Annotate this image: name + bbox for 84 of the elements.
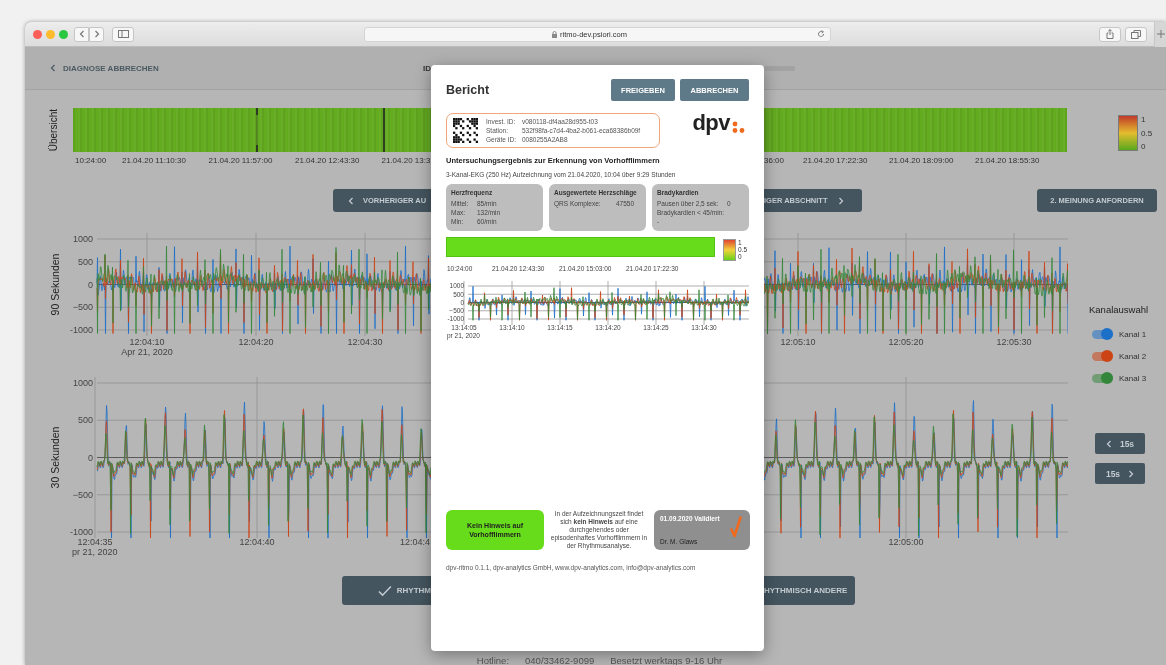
- chevron-right-icon: [93, 30, 100, 38]
- logo-dots-icon: [732, 121, 745, 133]
- overview-label: Übersicht: [47, 108, 59, 152]
- scale-label: 0: [1141, 142, 1147, 151]
- tabs-icon: [1131, 29, 1141, 39]
- step-back-button[interactable]: 15s: [1095, 433, 1145, 454]
- axis-tick-label: −500: [72, 489, 93, 500]
- axis-date-label: pr 21, 2020: [72, 547, 118, 557]
- qr-code-icon: [453, 118, 478, 143]
- chevron-right-icon: [838, 196, 845, 205]
- axis-tick-label: -1000: [69, 527, 93, 538]
- rhythmic-other-button[interactable]: HYTHMISCH ANDERE: [764, 576, 855, 605]
- tabs-button[interactable]: [1125, 26, 1147, 42]
- share-icon: [1106, 29, 1114, 39]
- marker-line: [383, 108, 385, 152]
- axis-title: 90 Sekunden: [49, 253, 61, 316]
- scale-label: 0.5: [1141, 128, 1153, 138]
- dialog-title: Bericht: [446, 83, 490, 97]
- channel-label: Kanal 1: [1119, 329, 1147, 339]
- time-label: 21.04.20 12:43:30: [295, 156, 361, 165]
- progress-track: [764, 65, 795, 71]
- close-button[interactable]: [33, 29, 42, 39]
- axis-tick-label: 1000: [72, 378, 93, 389]
- hotline-label: Hotline:: [476, 655, 510, 665]
- back-link[interactable]: DIAGNOSE ABBRECHEN: [50, 63, 159, 73]
- axis-tick-label: 0: [88, 279, 93, 290]
- axis-tick-label: 12:05:00: [888, 537, 924, 547]
- chevron-right-icon: [1128, 469, 1135, 478]
- axis-tick-label: 12:04:30: [347, 337, 383, 347]
- time-label: 21.04.20 18:55:30: [975, 156, 1041, 165]
- plus-icon: [1157, 30, 1165, 38]
- checkmark-icon: [378, 584, 392, 597]
- axis-tick-label: 12:04:40: [239, 537, 275, 547]
- axis-tick-label: −500: [72, 302, 93, 313]
- axis-tick-label: 0: [88, 452, 93, 463]
- color-scale-legend: [723, 239, 736, 261]
- time-label: 21.04.20 11:57:00: [208, 156, 274, 165]
- new-tab-button[interactable]: [1154, 22, 1166, 47]
- chevron-left-icon: [50, 64, 56, 72]
- axis-tick-label: 12:04:4: [399, 537, 430, 547]
- logo-text: dpv: [692, 113, 730, 133]
- zoom-button[interactable]: [59, 29, 68, 39]
- axis-tick-label: 12:04:20: [238, 337, 274, 347]
- axis-tick-label: 12:05:20: [888, 337, 924, 347]
- id-label: ID: [423, 63, 431, 73]
- channel-select-title: Kanalauswahl: [1089, 304, 1150, 315]
- step-forward-button[interactable]: 15s: [1095, 463, 1145, 484]
- time-label: 21.04.20 17:22:30: [803, 156, 869, 165]
- axis-tick-label: 12:05:10: [780, 337, 816, 347]
- minimize-button[interactable]: [46, 29, 55, 39]
- axis-tick-label: 1000: [72, 234, 93, 245]
- channel-label: Kanal 3: [1119, 373, 1147, 383]
- time-label: 21.04.20 18:09:00: [889, 156, 955, 165]
- axis-tick-label: 500: [77, 256, 93, 267]
- channel-label: Kanal 2: [1119, 351, 1147, 361]
- hotline-number: 040/33462-9099: [525, 655, 595, 665]
- lock-icon: [552, 30, 557, 38]
- axis-date-label: Apr 21, 2020: [121, 347, 173, 357]
- chevron-left-icon: [1105, 439, 1112, 448]
- forward-button[interactable]: [89, 26, 104, 42]
- chevron-left-icon: [78, 30, 85, 38]
- time-label: 21.04.20 11:10:30: [122, 156, 187, 165]
- sidebar-icon: [117, 30, 129, 38]
- scale-label: 1: [1141, 115, 1147, 124]
- marker-line: [256, 108, 258, 152]
- channel-toggle[interactable]: [1092, 329, 1113, 339]
- axis-title: 30 Sekunden: [49, 426, 61, 489]
- color-scale-legend: [1118, 115, 1138, 151]
- reload-icon: [817, 30, 825, 38]
- sidebar-button[interactable]: [112, 26, 134, 42]
- checkmark-icon: [730, 516, 742, 538]
- axis-tick-label: 500: [77, 415, 93, 426]
- channel-toggle[interactable]: [1092, 373, 1113, 383]
- share-button[interactable]: [1099, 26, 1121, 42]
- time-label: 10:24:00: [75, 156, 108, 165]
- back-button[interactable]: [74, 26, 89, 42]
- time-label: 36:00: [764, 156, 786, 165]
- axis-tick-label: -1000: [69, 325, 93, 336]
- axis-tick-label: 12:04:10: [129, 337, 165, 347]
- axis-tick-label: 12:05:30: [996, 337, 1032, 347]
- chevron-left-icon: [348, 196, 354, 205]
- rhythmic-confirm-button[interactable]: RHYTHM: [342, 576, 431, 605]
- axis-tick-label: 12:04:35: [77, 537, 113, 547]
- channel-toggle[interactable]: [1092, 351, 1113, 361]
